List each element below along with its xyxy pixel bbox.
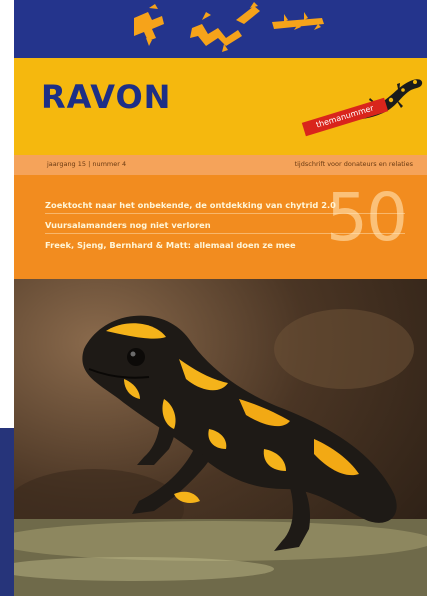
contents-band: jaargang 15 | nummer 4 tijdschrift voor … — [14, 155, 427, 279]
divider — [45, 233, 405, 234]
lizard-pattern-icon — [134, 2, 324, 52]
meta-strip: jaargang 15 | nummer 4 tijdschrift voor … — [14, 155, 427, 175]
magazine-cover: RAVON themanummer jaargang 15 | nummer 4… — [14, 0, 427, 596]
magazine-title: RAVON — [41, 78, 172, 116]
volume-issue-label: jaargang 15 | nummer 4 — [47, 160, 127, 168]
fire-salamander-icon — [14, 309, 427, 596]
headline-1: Zoektocht naar het onbekende, de ontdekk… — [45, 200, 336, 210]
header-band — [14, 0, 427, 63]
tagline: tijdschrift voor donateurs en relaties — [294, 160, 413, 168]
cover-photo — [14, 279, 427, 596]
divider — [45, 213, 405, 214]
issue-number: 50 — [326, 179, 408, 256]
headline-3: Freek, Sjeng, Bernhard & Matt: allemaal … — [45, 240, 296, 250]
headline-2: Vuursalamanders nog niet verloren — [45, 220, 211, 230]
